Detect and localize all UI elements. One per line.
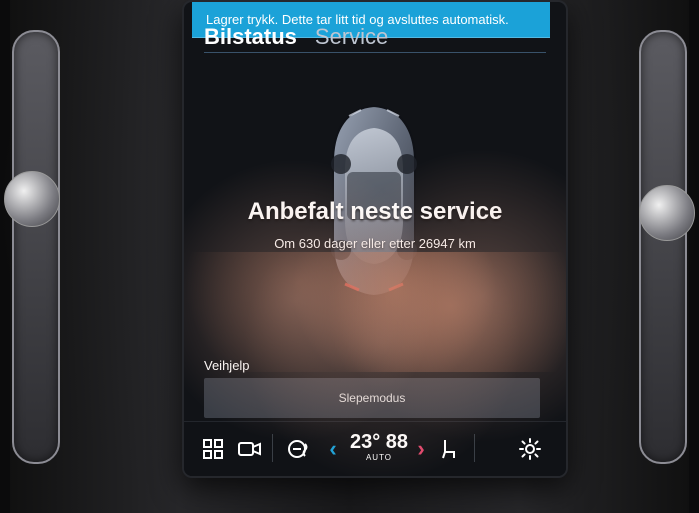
section-label-veihjelp: Veihjelp [204,358,250,373]
gear-icon[interactable] [514,432,546,466]
air-vent-right [639,30,687,464]
service-title: Anbefalt neste service [247,198,503,225]
slepemodus-button[interactable]: Slepemodus [204,378,540,418]
camera-icon[interactable] [234,432,266,466]
service-subtitle: Om 630 dager eller etter 26947 km [274,236,476,251]
car-dashboard-scene: Lagrer trykk. Dette tar litt tid og avsl… [0,0,699,513]
top-tabs: Bilstatus Service [204,24,388,50]
vent-knob-right [639,185,695,241]
temperature-value: 23° [349,431,381,453]
fan-value: 88 [385,431,409,453]
climate-temperature[interactable]: 23° 88 [349,430,409,470]
bottom-divider-2 [474,434,475,462]
steering-heat-icon[interactable] [284,432,316,466]
bottom-climate-bar: ‹ 23° 88 AUTO › [184,421,566,476]
seat-icon[interactable] [436,432,462,466]
air-vent-left [12,30,60,464]
tab-bilstatus[interactable]: Bilstatus [204,24,297,50]
grid-icon[interactable] [200,432,226,466]
infotainment-screen: Lagrer trykk. Dette tar litt tid og avsl… [182,0,568,478]
bottom-divider-1 [272,434,273,462]
climate-mode-auto: AUTO [365,453,393,462]
chevron-left-icon[interactable]: ‹ [324,432,342,466]
chevron-right-icon[interactable]: › [412,432,430,466]
tab-service[interactable]: Service [315,24,388,50]
vent-knob-left [4,171,60,227]
tabs-underline [204,52,546,53]
